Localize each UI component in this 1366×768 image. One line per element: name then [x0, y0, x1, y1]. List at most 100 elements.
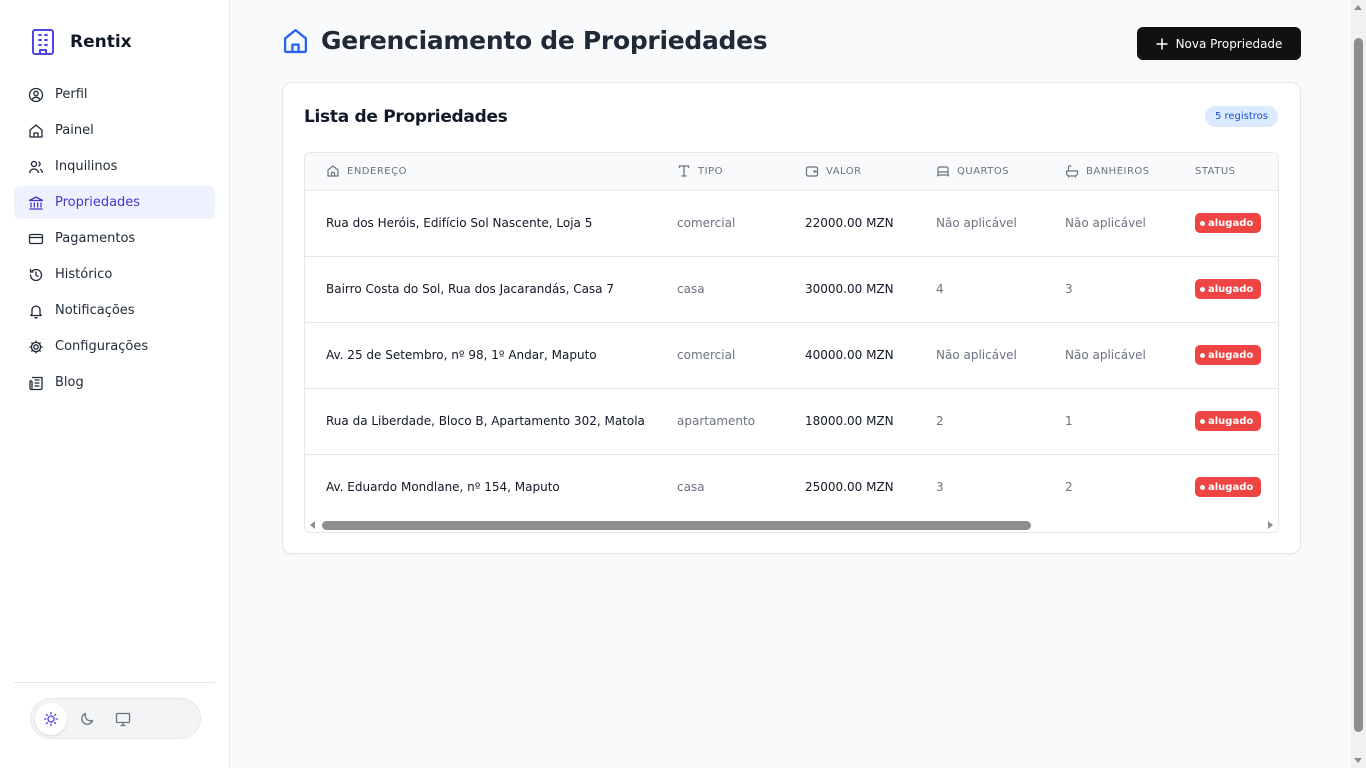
column-header-banheiros[interactable]: BANHEIROS: [1065, 153, 1195, 191]
theme-system-button[interactable]: [107, 703, 139, 735]
cell-endereco: Rua da Liberdade, Bloco B, Apartamento 3…: [326, 414, 645, 428]
sidebar-item-notificacoes[interactable]: Notificações: [14, 294, 215, 327]
theme-dark-button[interactable]: [71, 703, 103, 735]
column-header-status[interactable]: STATUS: [1195, 153, 1278, 191]
column-header-valor[interactable]: VALOR: [805, 153, 936, 191]
column-header-label: VALOR: [826, 165, 862, 177]
sidebar-item-label: Histórico: [55, 267, 113, 282]
status-badge: alugado: [1195, 411, 1262, 431]
column-header-tipo[interactable]: TIPO: [677, 153, 805, 191]
cell-endereco: Bairro Costa do Sol, Rua dos Jacarandás,…: [326, 282, 614, 296]
sidebar-item-perfil[interactable]: Perfil: [14, 78, 215, 111]
table-header-row: ENDEREÇO TIPO VALOR QUARTOS BANHEIROS ST…: [305, 153, 1278, 191]
status-dot-icon: [1200, 286, 1205, 292]
sidebar-divider: [14, 682, 215, 683]
sidebar-item-configuracoes[interactable]: Configurações: [14, 330, 215, 363]
cell-valor: 30000.00 MZN: [805, 282, 894, 296]
bell-icon: [30, 304, 42, 319]
new-property-button[interactable]: Nova Propriedade: [1137, 27, 1301, 60]
scrollbar-thumb[interactable]: [322, 521, 1031, 530]
table-row[interactable]: Av. Eduardo Mondlane, nº 154, Maputo casa…: [305, 454, 1278, 520]
status-label: alugado: [1208, 283, 1254, 295]
credit-card-icon: [28, 233, 44, 244]
sidebar-item-painel[interactable]: Painel: [14, 114, 215, 147]
properties-table: ENDEREÇO TIPO VALOR QUARTOS BANHEIROS ST…: [305, 153, 1278, 520]
table-row[interactable]: Rua da Liberdade, Bloco B, Apartamento 3…: [305, 388, 1278, 454]
status-badge: alugado: [1195, 477, 1262, 498]
cell-valor: 40000.00 MZN: [805, 348, 894, 362]
sidebar-item-historico[interactable]: Histórico: [14, 258, 215, 291]
scroll-down-arrow-icon[interactable]: [1354, 758, 1362, 763]
table-row[interactable]: Av. 25 de Setembro, nº 98, 1º Andar, Map…: [305, 322, 1278, 388]
cell-valor: 22000.00 MZN: [805, 216, 894, 230]
cell-endereco: Rua dos Heróis, Edifício Sol Nascente, L…: [326, 216, 593, 230]
sidebar-item-pagamentos[interactable]: Pagamentos: [14, 222, 215, 255]
plus-icon: [1155, 37, 1168, 50]
building-logo-icon: [32, 29, 54, 55]
column-header-label: BANHEIROS: [1086, 165, 1150, 177]
sidebar-item-label: Pagamentos: [55, 231, 136, 246]
status-badge: alugado: [1195, 345, 1262, 365]
bank-icon: [28, 195, 44, 210]
cell-tipo: comercial: [677, 216, 736, 230]
sidebar-item-label: Configurações: [55, 339, 149, 354]
column-header-label: STATUS: [1195, 165, 1236, 177]
scroll-up-arrow-icon[interactable]: [1354, 5, 1362, 10]
properties-card: Lista de Propriedades 5 registros ENDERE…: [282, 82, 1301, 554]
cell-banheiros: 2: [1065, 480, 1073, 495]
cell-status: alugado: [1195, 388, 1278, 454]
sun-icon: [43, 711, 59, 726]
status-dot-icon: [1200, 352, 1205, 358]
cell-quartos: 4: [936, 282, 944, 296]
card-title: Lista de Propriedades: [304, 107, 508, 127]
brand[interactable]: Rentix: [30, 28, 132, 56]
sidebar-item-label: Propriedades: [55, 195, 141, 210]
properties-table-container[interactable]: ENDEREÇO TIPO VALOR QUARTOS BANHEIROS ST…: [304, 152, 1279, 533]
home-icon: [327, 165, 339, 177]
theme-light-button[interactable]: [35, 702, 67, 735]
sidebar-item-inquilinos[interactable]: Inquilinos: [14, 150, 215, 183]
page-title: Gerenciamento de Propriedades: [321, 26, 768, 55]
status-dot-icon: [1200, 418, 1205, 424]
column-header-endereco[interactable]: ENDEREÇO: [305, 153, 677, 191]
brand-name: Rentix: [70, 32, 132, 52]
sidebar-item-label: Painel: [55, 123, 94, 138]
cell-status: alugado: [1195, 256, 1278, 322]
sidebar: Rentix Perfil Painel Inquilinos Propried…: [0, 0, 230, 768]
cell-endereco: Av. 25 de Setembro, nº 98, 1º Andar, Map…: [326, 348, 597, 362]
user-circle-icon: [28, 87, 44, 102]
monitor-icon: [115, 712, 131, 726]
page-scrollbar-thumb[interactable]: [1354, 38, 1363, 732]
status-dot-icon: [1200, 484, 1205, 490]
cell-valor: 18000.00 MZN: [805, 414, 894, 428]
cell-quartos: Não aplicável: [936, 348, 1017, 362]
cell-endereco: Av. Eduardo Mondlane, nº 154, Maputo: [326, 480, 560, 495]
table-row[interactable]: Rua dos Heróis, Edifício Sol Nascente, L…: [305, 190, 1278, 256]
new-property-label: Nova Propriedade: [1175, 36, 1283, 51]
table-row[interactable]: Bairro Costa do Sol, Rua dos Jacarandás,…: [305, 256, 1278, 322]
status-label: alugado: [1208, 217, 1254, 229]
moon-icon: [81, 712, 94, 725]
page-header: Gerenciamento de Propriedades: [282, 26, 768, 55]
horizontal-scrollbar[interactable]: [305, 518, 1278, 532]
sidebar-item-blog[interactable]: Blog: [14, 366, 215, 399]
sidebar-nav: Perfil Painel Inquilinos Propriedades Pa…: [14, 78, 215, 402]
column-header-label: QUARTOS: [957, 165, 1010, 177]
home-icon: [29, 123, 43, 138]
status-label: alugado: [1208, 481, 1254, 493]
sidebar-item-label: Inquilinos: [55, 159, 118, 174]
bed-icon: [936, 166, 950, 177]
scroll-left-arrow-icon[interactable]: [310, 521, 315, 529]
column-header-label: ENDEREÇO: [347, 165, 407, 177]
status-dot-icon: [1200, 220, 1205, 226]
cell-tipo: comercial: [677, 348, 736, 362]
cell-quartos: 2: [936, 414, 944, 428]
status-badge: alugado: [1195, 213, 1262, 233]
scroll-right-arrow-icon[interactable]: [1268, 521, 1273, 529]
sidebar-item-propriedades[interactable]: Propriedades: [14, 186, 215, 219]
page-vertical-scrollbar[interactable]: [1351, 0, 1366, 768]
gear-icon: [29, 340, 43, 353]
newspaper-icon: [29, 376, 43, 390]
cell-status: alugado: [1195, 322, 1278, 388]
column-header-quartos[interactable]: QUARTOS: [936, 153, 1065, 191]
